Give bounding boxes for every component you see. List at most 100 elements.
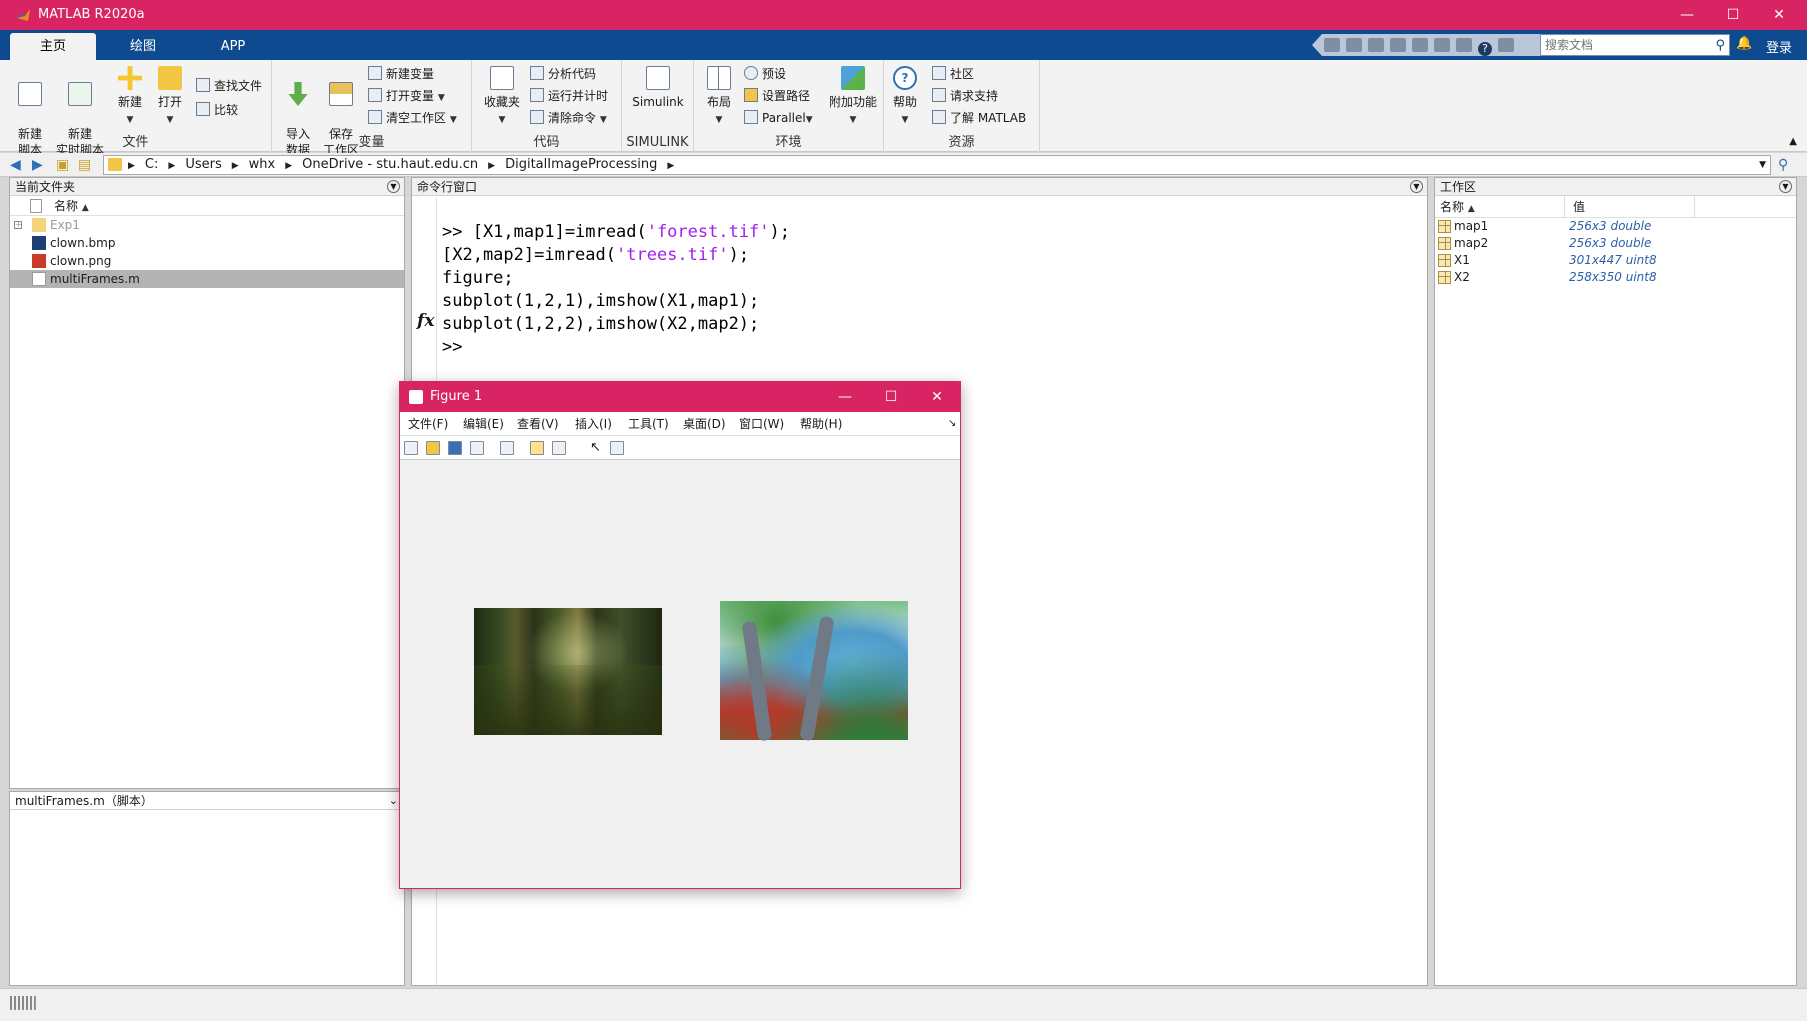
close-button[interactable]: ✕ (1756, 0, 1802, 30)
path-dropdown-icon[interactable]: ▼ (1759, 156, 1766, 174)
back-arrow-icon[interactable]: ◀ (10, 157, 21, 173)
parallel-button[interactable]: Parallel▼ (744, 108, 813, 128)
print-icon[interactable] (470, 441, 484, 455)
figure-minimize-button[interactable]: — (822, 382, 868, 412)
list-item-folder-exp1[interactable]: + Exp1 (10, 216, 404, 234)
copy-icon[interactable] (1368, 38, 1384, 52)
workspace-row-x2[interactable]: X2 258x350 uint8 (1435, 269, 1796, 286)
column-header-name[interactable]: 名称 ▲ (10, 196, 404, 216)
customize-icon[interactable] (1498, 38, 1514, 52)
path-segment[interactable]: C: (145, 157, 158, 172)
function-browser-icon[interactable]: fx (417, 311, 434, 331)
community-button[interactable]: 社区 (932, 64, 974, 84)
workspace-row-map1[interactable]: map1 256x3 double (1435, 218, 1796, 235)
help-icon[interactable]: ? (1478, 42, 1492, 56)
figure-close-button[interactable]: ✕ (914, 382, 960, 412)
menu-edit[interactable]: 编辑(E) (463, 412, 504, 436)
redo-icon[interactable] (1434, 38, 1450, 52)
learn-matlab-button[interactable]: 了解 MATLAB (932, 108, 1026, 128)
column-header-name[interactable]: 名称 ▲ (1440, 196, 1475, 220)
path-segment[interactable]: whx (249, 157, 276, 172)
new-button[interactable]: 新建 ▼ (112, 66, 148, 128)
preferences-button[interactable]: 预设 (744, 64, 786, 84)
add-ons-button[interactable]: 附加功能 ▼ (828, 66, 878, 128)
folder-icon (32, 218, 46, 232)
paste-icon[interactable] (1390, 38, 1406, 52)
simulink-button[interactable]: Simulink (630, 66, 686, 110)
expand-icon[interactable]: + (14, 221, 22, 229)
ribbon-group-variable: 导入 数据 保存 工作区 新建变量 打开变量 ▼ 清空工作区 ▼ 变量 (272, 60, 472, 157)
forward-arrow-icon[interactable]: ▶ (32, 157, 43, 173)
panel-actions-icon[interactable]: ▼ (1410, 180, 1423, 193)
tab-plots[interactable]: 绘图 (100, 33, 186, 60)
cut-icon[interactable] (1346, 38, 1362, 52)
clear-commands-button[interactable]: 清除命令 ▼ (530, 108, 607, 128)
path-segment[interactable]: Users (185, 157, 221, 172)
insert-legend-icon[interactable] (552, 441, 566, 455)
search-input[interactable] (1541, 35, 1701, 55)
path-separator: ▶ (667, 161, 675, 171)
link-plot-icon[interactable] (500, 441, 514, 455)
request-support-button[interactable]: 请求支持 (932, 86, 998, 106)
up-folder-icon[interactable]: ▣ (56, 157, 69, 173)
path-segment[interactable]: OneDrive - stu.haut.edu.cn (302, 157, 478, 172)
favorites-button[interactable]: 收藏夹 ▼ (482, 66, 522, 128)
column-header-value[interactable]: 值 (1573, 196, 1585, 218)
pointer-icon[interactable]: ↖ (590, 441, 604, 455)
save-icon[interactable] (448, 441, 462, 455)
list-item-multiframes-m[interactable]: multiFrames.m (10, 270, 404, 288)
new-figure-icon[interactable] (404, 441, 418, 455)
current-folder-header: 当前文件夹 ▼ (10, 178, 404, 196)
workspace-row-map2[interactable]: map2 256x3 double (1435, 235, 1796, 252)
browse-folder-icon[interactable]: ▤ (78, 157, 91, 173)
clear-workspace-icon (368, 110, 382, 124)
find-files-button[interactable]: 查找文件 (196, 76, 262, 96)
layout-button[interactable]: 布局 ▼ (704, 66, 734, 128)
new-variable-label: 新建变量 (386, 67, 435, 81)
compare-button[interactable]: 比较 (196, 100, 238, 120)
property-editor-icon[interactable] (610, 441, 624, 455)
insert-colorbar-icon[interactable] (530, 441, 544, 455)
ribbon-group-environment: 布局 ▼ 预设 设置路径 Parallel▼ 附加功能 ▼ 环境 (694, 60, 884, 152)
open-button[interactable]: 打开 ▼ (152, 66, 188, 128)
figure-maximize-button[interactable]: ☐ (868, 382, 914, 412)
minimize-button[interactable]: — (1664, 0, 1710, 30)
current-path-field[interactable]: ▶ C: ▶ Users ▶ whx ▶ OneDrive - stu.haut.edu.cn… (103, 155, 1771, 175)
login-link[interactable]: 登录 (1766, 37, 1792, 56)
menu-view[interactable]: 查看(V) (517, 412, 559, 436)
open-file-icon[interactable] (426, 441, 440, 455)
clear-workspace-button[interactable]: 清空工作区 ▼ (368, 108, 457, 128)
menu-desktop[interactable]: 桌面(D) (683, 412, 726, 436)
menu-insert[interactable]: 插入(I) (575, 412, 612, 436)
panel-actions-icon[interactable]: ▼ (1779, 180, 1792, 193)
list-item-clown-png[interactable]: clown.png (10, 252, 404, 270)
search-icon[interactable]: ⚲ (1715, 38, 1725, 53)
help-button[interactable]: ? 帮助 ▼ (890, 66, 920, 128)
panel-actions-icon[interactable]: ▼ (387, 180, 400, 193)
command-prompt[interactable]: >> (442, 336, 790, 359)
menu-window[interactable]: 窗口(W) (739, 412, 784, 436)
collapse-ribbon-icon[interactable]: ▲ (1789, 136, 1797, 147)
save-icon[interactable] (1324, 38, 1340, 52)
new-variable-button[interactable]: 新建变量 (368, 64, 434, 84)
menu-file[interactable]: 文件(F) (408, 412, 448, 436)
tab-apps[interactable]: APP (190, 33, 276, 60)
list-item-clown-bmp[interactable]: clown.bmp (10, 234, 404, 252)
dock-arrow-icon[interactable]: ↘ (948, 412, 956, 436)
search-folder-icon[interactable]: ⚲ (1778, 157, 1788, 173)
set-path-button[interactable]: 设置路径 (744, 86, 810, 106)
workspace-row-x1[interactable]: X1 301x447 uint8 (1435, 252, 1796, 269)
analyze-code-button[interactable]: 分析代码 (530, 64, 596, 84)
open-variable-button[interactable]: 打开变量 ▼ (368, 86, 445, 106)
undo-icon[interactable] (1412, 38, 1428, 52)
menu-help[interactable]: 帮助(H) (800, 412, 842, 436)
run-and-time-button[interactable]: 运行并计时 (530, 86, 608, 106)
chevron-down-icon[interactable]: ⌄ (389, 792, 398, 810)
switch-windows-icon[interactable] (1456, 38, 1472, 52)
command-history: >> [X1,map1]=imread('forest.tif'); [X2,ma… (442, 198, 790, 405)
tab-home[interactable]: 主页 (10, 33, 96, 60)
path-segment[interactable]: DigitalImageProcessing (505, 157, 657, 172)
maximize-button[interactable]: ☐ (1710, 0, 1756, 30)
menu-tools[interactable]: 工具(T) (628, 412, 669, 436)
notification-bell-icon[interactable]: 🔔 (1736, 36, 1752, 51)
